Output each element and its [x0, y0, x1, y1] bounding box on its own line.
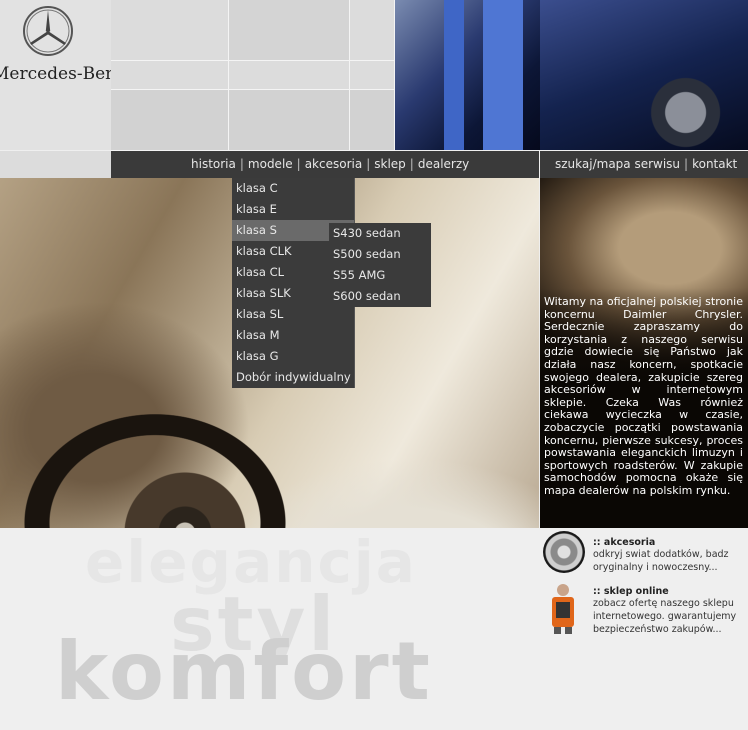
nav-dealerzy[interactable]: dealerzy — [418, 157, 469, 171]
nav-szukaj-mapa-serwisu[interactable]: szukaj/mapa serwisu — [555, 157, 680, 171]
nav-separator: | — [239, 157, 244, 171]
menu-item-klasa-e[interactable]: klasa E — [232, 199, 354, 220]
menu-item-klasa-sl[interactable]: klasa SL — [232, 304, 354, 325]
menu-item-klasa-m[interactable]: klasa M — [232, 325, 354, 346]
brand-name: Mercedes-Benz — [0, 64, 126, 84]
nav-kontakt[interactable]: kontakt — [692, 157, 737, 171]
header-tile — [111, 0, 229, 61]
welcome-panel: Witamy na oficjalnej polskiej stronie ko… — [540, 178, 748, 528]
promo-text: zobacz ofertę naszego sklepu internetowe… — [593, 598, 737, 635]
header-tile — [350, 61, 395, 90]
header-tile — [229, 61, 350, 90]
tire-icon[interactable] — [543, 531, 585, 573]
nav-sklep[interactable]: sklep — [374, 157, 406, 171]
submenu-item-s55-amg[interactable]: S55 AMG — [329, 265, 431, 286]
nav-separator: | — [296, 157, 301, 171]
menu-item-klasa-c[interactable]: klasa C — [232, 178, 354, 199]
tagline-komfort: komfort — [55, 625, 433, 718]
menu-item-klasa-g[interactable]: klasa G — [232, 346, 354, 367]
promo-akcesoria[interactable]: :: akcesoria odkryj swiat dodatków, badz… — [593, 537, 745, 574]
nav-separator: | — [409, 157, 414, 171]
nav-separator: | — [366, 157, 371, 171]
menu-item-dobor-indywidualny[interactable]: Dobór indywidualny — [232, 367, 354, 388]
promo-text: odkryj swiat dodatków, badz oryginalny i… — [593, 549, 729, 573]
header-tile — [350, 0, 395, 61]
hero-car-wheel-image — [540, 0, 748, 150]
main-nav: historia | modele | akcesoria | sklep | dealerzy — [111, 151, 539, 178]
header-tile — [229, 90, 350, 151]
mercedes-star-icon[interactable] — [22, 5, 74, 57]
nav-separator: | — [684, 157, 689, 171]
submenu-item-s600[interactable]: S600 sedan — [329, 286, 431, 307]
nav-historia[interactable]: historia — [191, 157, 236, 171]
header-tile — [350, 90, 395, 151]
header-stripe — [483, 0, 523, 150]
submenu-item-s430[interactable]: S430 sedan — [329, 223, 431, 244]
promo-title[interactable]: :: akcesoria — [593, 537, 745, 548]
secondary-nav: szukaj/mapa serwisu | kontakt — [540, 151, 748, 178]
header-tile — [229, 0, 350, 61]
promo-sklep-online[interactable]: :: sklep online zobacz ofertę naszego sk… — [593, 586, 745, 636]
hero-car-image — [395, 0, 540, 150]
promo-title[interactable]: :: sklep online — [593, 586, 745, 597]
nav-left-spacer — [0, 151, 111, 178]
header-stripe — [444, 0, 464, 150]
header-tile — [111, 90, 229, 151]
submenu-item-s500[interactable]: S500 sedan — [329, 244, 431, 265]
welcome-text: Witamy na oficjalnej polskiej stronie ko… — [544, 295, 743, 497]
header-tile — [111, 61, 229, 90]
shopping-figure-icon[interactable] — [548, 582, 578, 634]
nav-akcesoria[interactable]: akcesoria — [305, 157, 363, 171]
nav-modele[interactable]: modele — [248, 157, 293, 171]
klasa-s-submenu: S430 sedan S500 sedan S55 AMG S600 sedan — [329, 223, 431, 307]
